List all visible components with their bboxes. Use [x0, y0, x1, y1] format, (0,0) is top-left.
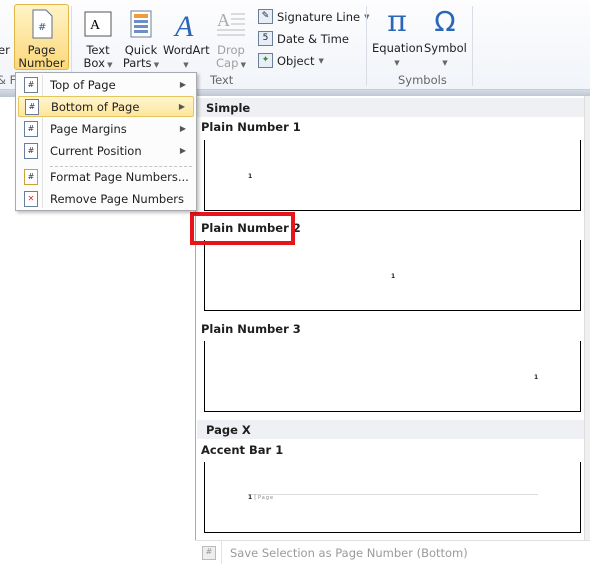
- svg-text:A: A: [173, 10, 194, 40]
- gallery-item-plain-number-2[interactable]: 1: [204, 240, 581, 311]
- object-icon: ✦: [258, 53, 273, 68]
- gallery-item-label: Accent Bar 1: [201, 443, 284, 457]
- text-box-button[interactable]: A Text Box ▼: [80, 8, 116, 72]
- wordart-icon: A: [173, 10, 194, 40]
- quick-parts-button[interactable]: Quick Parts ▼: [122, 8, 160, 72]
- group-label-symbols: Symbols: [398, 73, 447, 87]
- section-header-page-x: Page X: [197, 420, 590, 439]
- drop-cap-icon: A: [217, 10, 245, 36]
- symbol-button[interactable]: Ω Symbol ▼: [424, 5, 467, 70]
- save-selection-icon: #: [202, 546, 216, 560]
- gallery-item-plain-number-3[interactable]: 1: [204, 341, 581, 412]
- page-number-label: Page: [27, 43, 56, 57]
- wordart-button[interactable]: A WordArt ▼: [163, 8, 210, 72]
- date-time-button[interactable]: 5 Date & Time: [258, 31, 349, 46]
- gallery-item-plain-number-1[interactable]: 1: [204, 140, 581, 211]
- format-page-numbers-icon: #: [24, 168, 38, 185]
- object-button[interactable]: ✦ Object ▼: [258, 53, 324, 68]
- gallery-item-label: Plain Number 1: [201, 120, 301, 134]
- svg-text:A: A: [217, 10, 230, 30]
- menu-item-current-position[interactable]: # Current Position ▶: [18, 140, 194, 161]
- submenu-arrow-icon: ▶: [178, 102, 185, 111]
- submenu-arrow-icon: ▶: [179, 124, 186, 133]
- save-selection-item[interactable]: # Save Selection as Page Number (Bottom): [195, 540, 590, 564]
- menu-item-top-of-page[interactable]: # Top of Page ▶: [18, 74, 194, 95]
- save-selection-label: Save Selection as Page Number (Bottom): [230, 546, 468, 560]
- svg-text:A: A: [90, 18, 101, 33]
- page-number-button[interactable]: # Page Number ▼: [14, 4, 69, 84]
- current-position-icon: #: [24, 142, 38, 159]
- menu-item-page-margins[interactable]: # Page Margins ▶: [18, 118, 194, 139]
- gallery-scrollbar[interactable]: [584, 96, 590, 540]
- gallery-item-accent-bar-1[interactable]: 1 | Page: [204, 462, 581, 533]
- text-box-icon: A: [84, 11, 112, 37]
- signature-line-icon: ✎: [258, 9, 273, 24]
- top-of-page-icon: #: [24, 76, 38, 93]
- group-label-partial: & F: [0, 73, 17, 87]
- page-number-menu: # Top of Page ▶ # Bottom of Page ▶ # Page Mar…: [15, 72, 197, 211]
- page-number-label-2: Number: [18, 56, 65, 70]
- equation-button[interactable]: π Equation ▼: [372, 4, 423, 70]
- group-label-text: Text: [210, 73, 234, 87]
- pi-icon: π: [387, 4, 407, 39]
- submenu-arrow-icon: ▶: [179, 146, 186, 155]
- drop-cap-button[interactable]: A Drop Cap ▼: [213, 8, 249, 72]
- quick-parts-icon: [130, 10, 152, 38]
- bottom-of-page-icon: #: [25, 98, 39, 115]
- bottom-of-page-gallery: Simple Plain Number 1 1 Plain Number 2 1…: [195, 96, 590, 563]
- signature-line-button[interactable]: ✎Signature Line▼: [258, 9, 370, 24]
- partial-button[interactable]: er: [0, 44, 10, 57]
- highlight-box: [190, 212, 295, 245]
- svg-text:#: #: [38, 22, 46, 33]
- menu-item-bottom-of-page[interactable]: # Bottom of Page ▶: [18, 96, 194, 117]
- remove-page-numbers-icon: ✕: [24, 190, 38, 207]
- gallery-item-label: Plain Number 3: [201, 322, 301, 336]
- page-number-icon: #: [32, 9, 52, 39]
- omega-icon: Ω: [434, 5, 456, 38]
- section-header-simple: Simple: [197, 98, 590, 117]
- page-margins-icon: #: [24, 120, 38, 137]
- date-time-icon: 5: [258, 31, 273, 46]
- submenu-arrow-icon: ▶: [179, 80, 186, 89]
- menu-item-remove-page-numbers[interactable]: ✕ Remove Page Numbers: [18, 188, 194, 209]
- menu-item-format-page-numbers[interactable]: # Format Page Numbers...: [18, 166, 194, 187]
